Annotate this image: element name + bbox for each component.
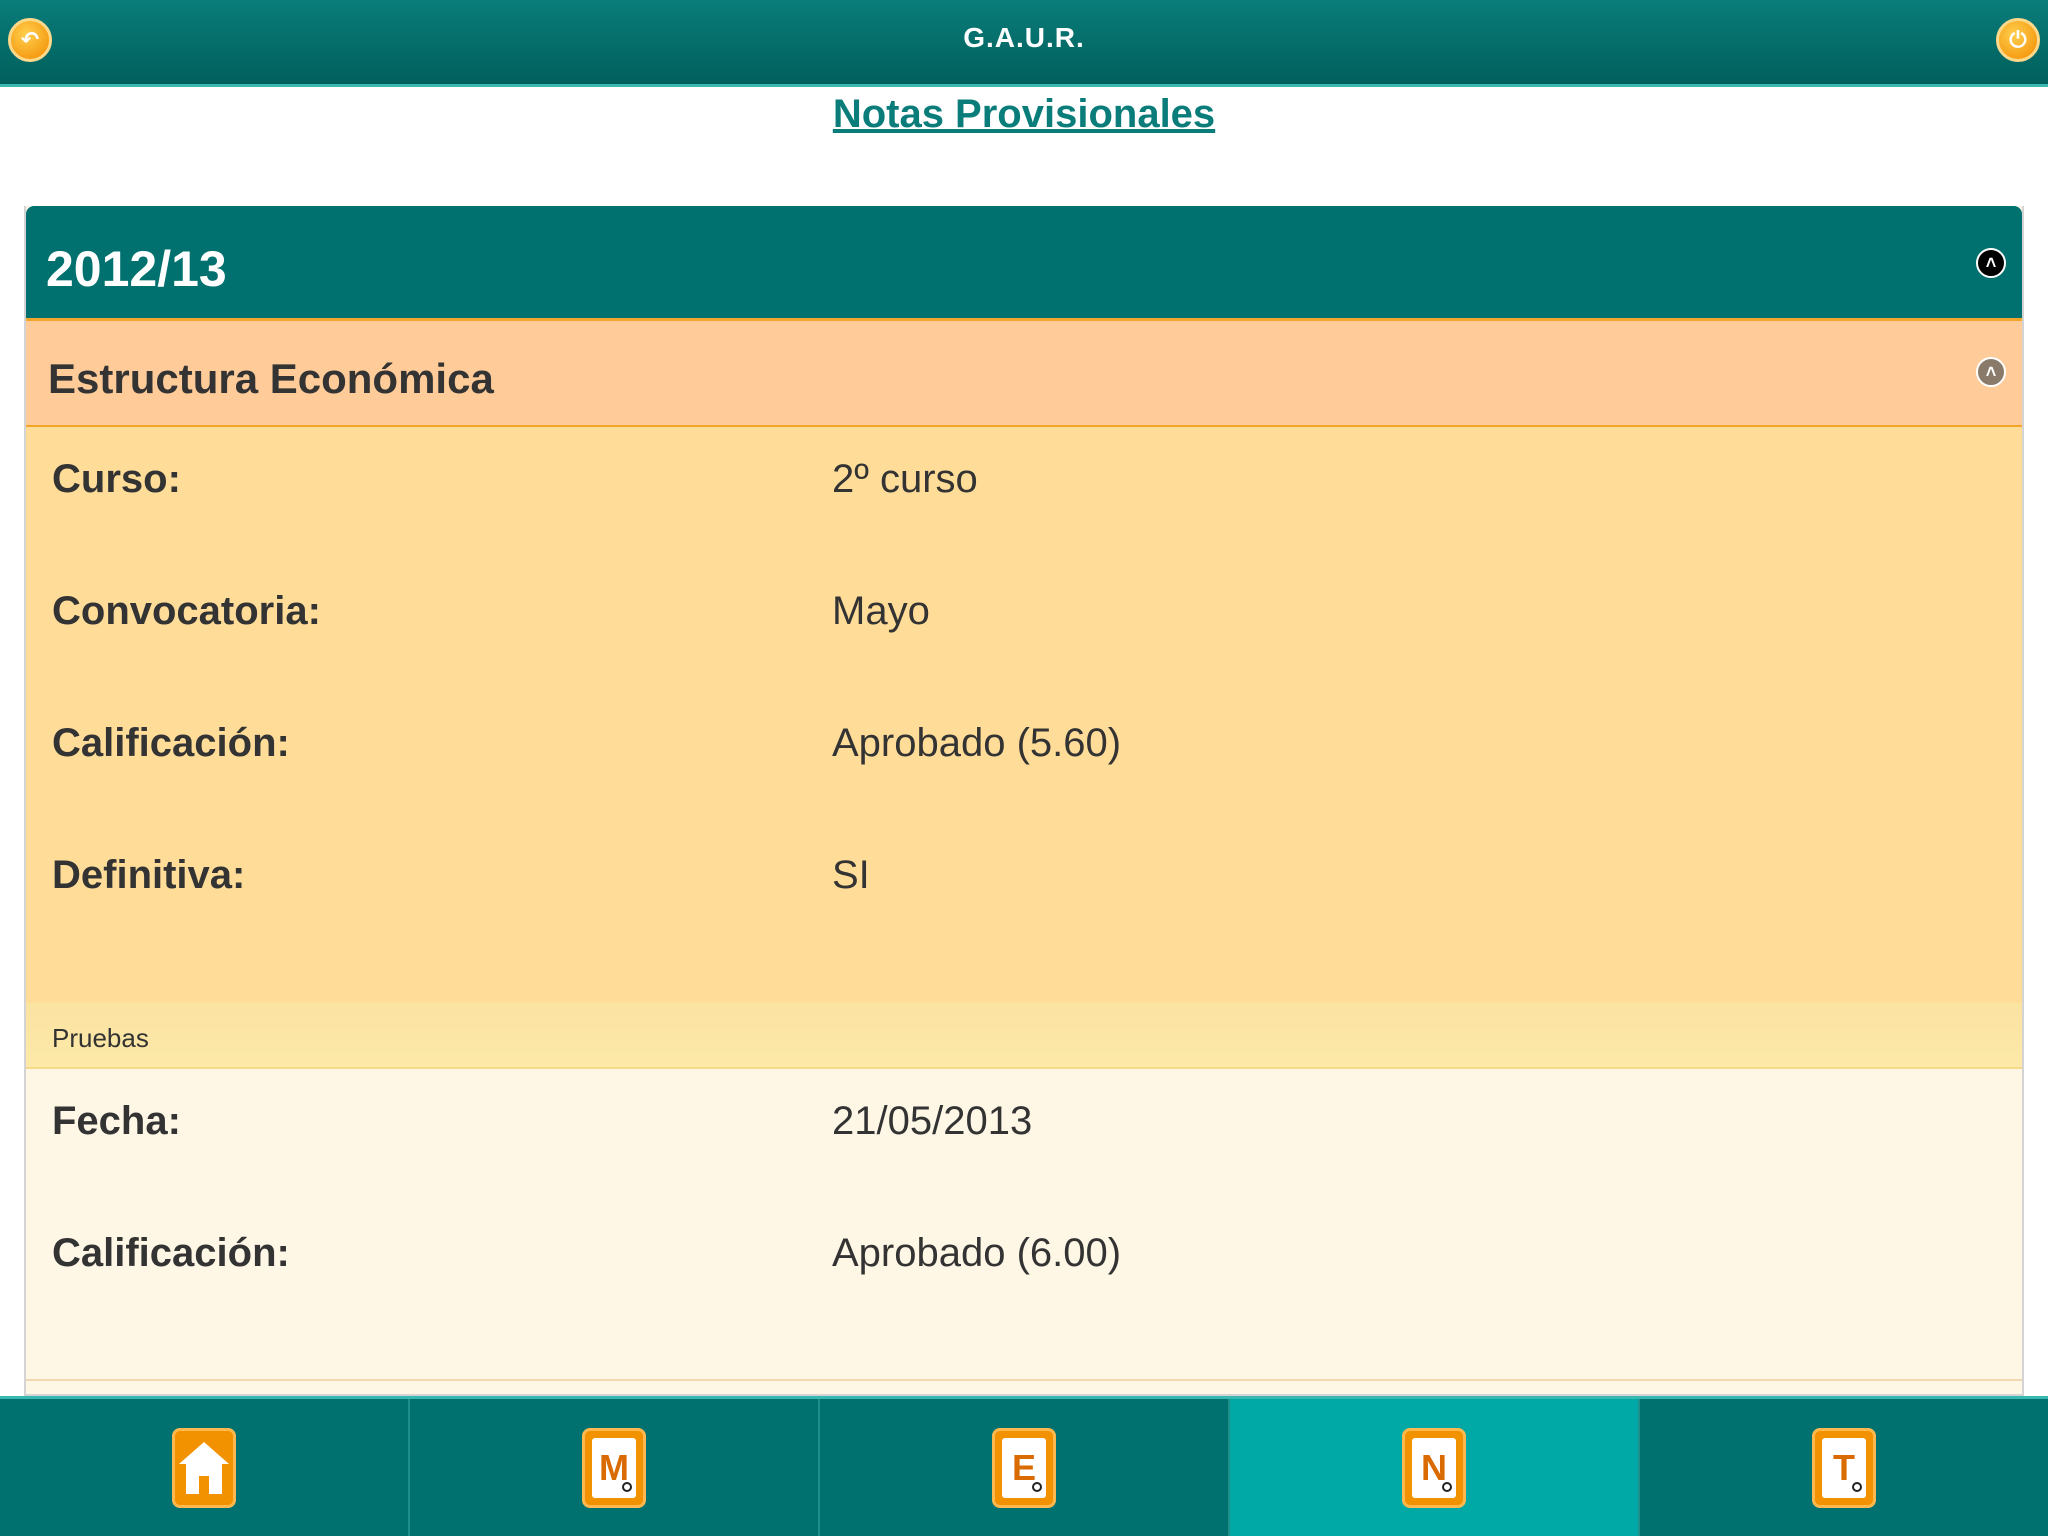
app-title: G.A.U.R.	[963, 22, 1085, 53]
tramites-search-icon: T	[1812, 1427, 1876, 1508]
subject-details: Curso: 2º curso Convocatoria: Mayo Calif…	[26, 427, 2022, 1003]
field-label: Calificación:	[52, 1231, 290, 1275]
chevron-up-icon[interactable]: ˄	[1976, 248, 2006, 278]
field-value: 21/05/2013	[832, 1099, 1033, 1143]
field-label: Convocatoria:	[52, 589, 321, 633]
nav-letter: E	[1011, 1446, 1036, 1488]
field-value: 2º curso	[832, 457, 978, 501]
chevron-up-icon[interactable]: ˄	[1976, 357, 2006, 387]
field-row-fecha: Fecha: 21/05/2013	[26, 1069, 2022, 1201]
nav-expediente[interactable]: E	[820, 1399, 1230, 1536]
field-label: Curso:	[52, 457, 181, 501]
pruebas-details: Fecha: 21/05/2013 Calificación: Aprobado…	[26, 1069, 2022, 1381]
year-label: 2012/13	[46, 241, 227, 297]
matricula-search-icon: M	[582, 1427, 646, 1508]
subject-name: Estructura Económica	[48, 355, 494, 402]
nav-letter: T	[1833, 1446, 1855, 1488]
subject-header[interactable]: Estructura Económica ˄	[26, 321, 2022, 427]
field-value: SI	[832, 853, 870, 897]
field-row-calificacion: Calificación: Aprobado (5.60)	[26, 691, 2022, 823]
field-row-calificacion-prueba: Calificación: Aprobado (6.00)	[26, 1201, 2022, 1333]
home-icon	[172, 1427, 236, 1508]
field-value: Aprobado (5.60)	[832, 721, 1122, 765]
pruebas-divider: Pruebas	[26, 1003, 2022, 1069]
field-value: Aprobado (6.00)	[832, 1231, 1122, 1275]
bottom-nav: M E N T	[0, 1396, 2048, 1536]
nav-notas[interactable]: N	[1230, 1399, 1640, 1536]
field-label: Definitiva:	[52, 853, 246, 897]
field-row-definitiva: Definitiva: SI	[26, 823, 2022, 955]
field-row-convocatoria: Convocatoria: Mayo	[26, 559, 2022, 691]
nav-tramites[interactable]: T	[1640, 1399, 2048, 1536]
expediente-search-icon: E	[992, 1427, 1056, 1508]
power-icon[interactable]: ⏻	[1996, 18, 2040, 62]
field-label: Fecha:	[52, 1099, 181, 1143]
app-header: ↶ G.A.U.R. ⏻	[0, 0, 2048, 87]
field-label: Calificación:	[52, 721, 290, 765]
field-value: Mayo	[832, 589, 930, 633]
field-row-curso: Curso: 2º curso	[26, 427, 2022, 559]
nav-home[interactable]	[0, 1399, 410, 1536]
year-header[interactable]: 2012/13 ˄	[26, 206, 2022, 321]
grades-panel: 2012/13 ˄ Estructura Económica ˄ Curso: …	[24, 206, 2024, 1396]
page-title[interactable]: Notas Provisionales	[0, 92, 2048, 137]
notas-search-icon: N	[1402, 1427, 1466, 1508]
pruebas-label: Pruebas	[52, 1023, 149, 1053]
nav-matricula[interactable]: M	[410, 1399, 820, 1536]
